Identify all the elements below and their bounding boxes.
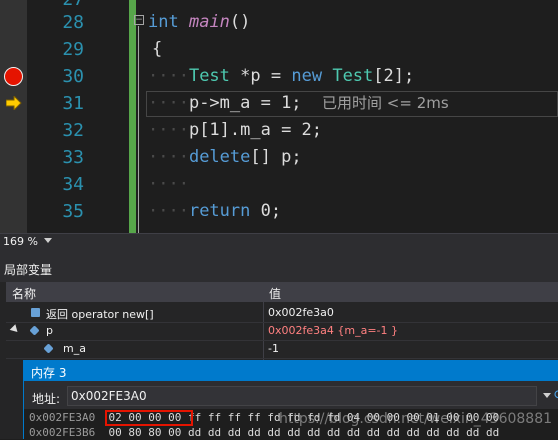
memory-window: 内存 3 地址: ⟳ 0x002FE3A0 02 00 00 00 ff ff …	[23, 360, 558, 440]
column-value[interactable]: 值	[269, 285, 281, 302]
variable-value[interactable]: -1	[268, 342, 279, 355]
code-line-35[interactable]: 35 ····return 0;	[0, 198, 558, 225]
expand-toggle-icon[interactable]	[9, 324, 21, 335]
locals-title: 局部变量	[4, 263, 53, 277]
code-text: ····p[1].m_a = 2;	[148, 120, 323, 140]
code-line-30[interactable]: 30 ····Test *p = new Test[2];	[0, 63, 558, 90]
line-number: 35	[62, 201, 84, 222]
line-number: 28	[62, 12, 84, 33]
memory-title-bar[interactable]: 内存 3	[24, 361, 558, 381]
code-text: int main()	[148, 12, 251, 32]
code-editor[interactable]: − 27 28 int main() 29 { 30 ····Test *p =…	[0, 0, 558, 233]
code-text: ····p->m_a = 1; 已用时间 <= 2ms	[148, 93, 449, 113]
line-number: 31	[62, 93, 84, 114]
line-number: 30	[62, 66, 84, 87]
return-value-icon	[31, 308, 40, 317]
watermark: https://blog.csdn.net/weixin_43608881	[279, 411, 553, 427]
locals-row-m_a[interactable]: m_a -1	[6, 340, 558, 359]
code-line-28[interactable]: 28 int main()	[0, 9, 558, 36]
variable-name: p	[46, 324, 53, 337]
perf-tip[interactable]: 已用时间 <= 2ms	[322, 94, 449, 112]
variable-value[interactable]: 0x002fe3a4 {m_a=-1 }	[268, 324, 398, 337]
line-number: 32	[62, 120, 84, 141]
code-text: ····delete[] p;	[148, 147, 302, 167]
zoom-level[interactable]: 169 %	[3, 235, 38, 248]
code-line-29[interactable]: 29 {	[0, 36, 558, 63]
reevaluate-icon[interactable]: ⟳	[554, 388, 558, 403]
memory-title: 内存 3	[31, 366, 67, 380]
line-number: 29	[62, 39, 84, 60]
variable-name: m_a	[63, 342, 86, 355]
highlight-annotation-box	[105, 410, 193, 426]
code-text: ····Test *p = new Test[2];	[148, 66, 415, 86]
code-text: ····return 0;	[148, 201, 282, 221]
variable-name: 返回 operator new[]	[46, 308, 154, 321]
code-line-31[interactable]: 31 ····p->m_a = 1; 已用时间 <= 2ms	[0, 90, 558, 117]
editor-status-bar: 169 %	[0, 233, 558, 252]
line-number: 33	[62, 147, 84, 168]
code-line-32[interactable]: 32 ····p[1].m_a = 2;	[0, 117, 558, 144]
address-input[interactable]	[67, 386, 537, 406]
field-icon	[43, 343, 54, 354]
code-text: ····	[148, 174, 189, 194]
code-text: {	[152, 39, 163, 59]
code-line-34[interactable]: 34 ····	[0, 171, 558, 198]
locals-row-p[interactable]: p 0x002fe3a4 {m_a=-1 }	[6, 322, 558, 341]
chevron-down-icon[interactable]	[44, 238, 52, 243]
locals-row-return[interactable]: 返回 operator new[] 0x002fe3a0	[6, 304, 558, 323]
chevron-down-icon[interactable]	[543, 393, 551, 398]
address-label: 地址:	[32, 392, 61, 406]
variable-value[interactable]: 0x002fe3a0	[268, 306, 334, 319]
line-number: 34	[62, 174, 84, 195]
locals-column-header: 名称 值	[6, 282, 558, 302]
memory-row[interactable]: 0x002FE3B6 00 80 80 00 dd dd dd dd dd dd…	[29, 425, 499, 440]
code-line-33[interactable]: 33 ····delete[] p;	[0, 144, 558, 171]
column-name[interactable]: 名称	[12, 285, 36, 302]
variable-icon	[29, 325, 40, 336]
locals-title-bar[interactable]: 局部变量	[0, 252, 558, 282]
